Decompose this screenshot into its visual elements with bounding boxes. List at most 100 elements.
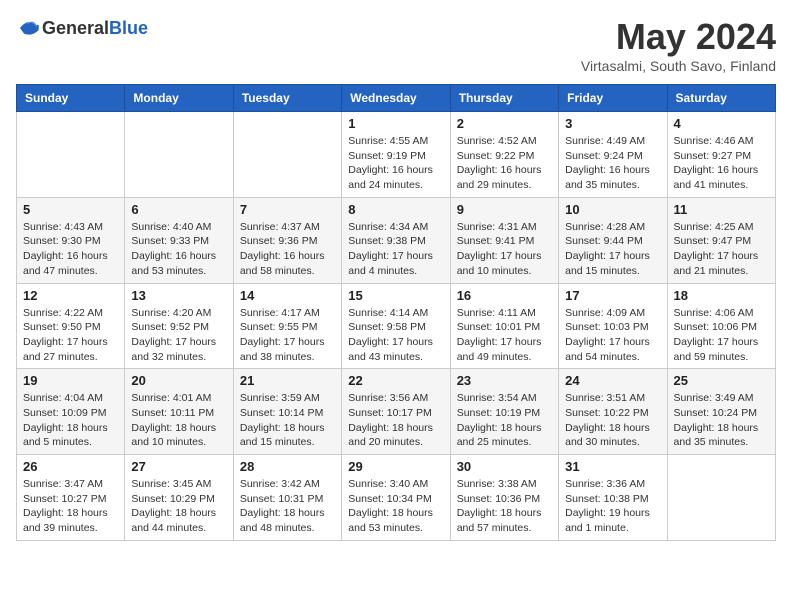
day-number: 5	[23, 202, 118, 217]
day-number: 7	[240, 202, 335, 217]
day-info: Sunrise: 3:45 AMSunset: 10:29 PMDaylight…	[131, 477, 226, 536]
day-cell: 31 Sunrise: 3:36 AMSunset: 10:38 PMDaylig…	[559, 455, 667, 541]
day-info: Sunrise: 4:25 AMSunset: 9:47 PMDaylight:…	[674, 220, 769, 279]
day-cell: 11 Sunrise: 4:25 AMSunset: 9:47 PMDayligh…	[667, 197, 775, 283]
day-cell	[233, 112, 341, 198]
day-cell: 12 Sunrise: 4:22 AMSunset: 9:50 PMDayligh…	[17, 283, 125, 369]
day-number: 16	[457, 288, 552, 303]
day-cell	[17, 112, 125, 198]
day-number: 14	[240, 288, 335, 303]
day-number: 30	[457, 459, 552, 474]
day-number: 21	[240, 373, 335, 388]
day-cell: 1 Sunrise: 4:55 AMSunset: 9:19 PMDaylight…	[342, 112, 450, 198]
day-number: 31	[565, 459, 660, 474]
day-info: Sunrise: 4:11 AMSunset: 10:01 PMDaylight…	[457, 306, 552, 365]
day-info: Sunrise: 3:56 AMSunset: 10:17 PMDaylight…	[348, 391, 443, 450]
day-cell: 16 Sunrise: 4:11 AMSunset: 10:01 PMDaylig…	[450, 283, 558, 369]
day-info: Sunrise: 4:01 AMSunset: 10:11 PMDaylight…	[131, 391, 226, 450]
location: Virtasalmi, South Savo, Finland	[581, 58, 776, 74]
day-number: 8	[348, 202, 443, 217]
day-cell: 24 Sunrise: 3:51 AMSunset: 10:22 PMDaylig…	[559, 369, 667, 455]
day-number: 11	[674, 202, 769, 217]
day-number: 18	[674, 288, 769, 303]
day-number: 23	[457, 373, 552, 388]
day-info: Sunrise: 4:31 AMSunset: 9:41 PMDaylight:…	[457, 220, 552, 279]
day-cell: 21Sunrise: 3:59 AMSunset: 10:14 PMDaylig…	[233, 369, 341, 455]
day-cell	[125, 112, 233, 198]
day-number: 27	[131, 459, 226, 474]
day-cell: 26Sunrise: 3:47 AMSunset: 10:27 PMDaylig…	[17, 455, 125, 541]
day-cell: 19 Sunrise: 4:04 AMSunset: 10:09 PMDaylig…	[17, 369, 125, 455]
day-cell: 15Sunrise: 4:14 AMSunset: 9:58 PMDayligh…	[342, 283, 450, 369]
day-info: Sunrise: 4:49 AMSunset: 9:24 PMDaylight:…	[565, 134, 660, 193]
day-cell: 2Sunrise: 4:52 AMSunset: 9:22 PMDaylight…	[450, 112, 558, 198]
week-row-5: 26Sunrise: 3:47 AMSunset: 10:27 PMDaylig…	[17, 455, 776, 541]
day-number: 10	[565, 202, 660, 217]
week-row-4: 19 Sunrise: 4:04 AMSunset: 10:09 PMDaylig…	[17, 369, 776, 455]
day-info: Sunrise: 4:52 AMSunset: 9:22 PMDaylight:…	[457, 134, 552, 193]
header-wednesday: Wednesday	[342, 85, 450, 112]
day-cell: 8 Sunrise: 4:34 AMSunset: 9:38 PMDaylight…	[342, 197, 450, 283]
day-number: 25	[674, 373, 769, 388]
day-info: Sunrise: 4:04 AMSunset: 10:09 PMDaylight…	[23, 391, 118, 450]
day-info: Sunrise: 3:54 AMSunset: 10:19 PMDaylight…	[457, 391, 552, 450]
day-info: Sunrise: 4:37 AMSunset: 9:36 PMDaylight:…	[240, 220, 335, 279]
logo-text-general: General	[42, 18, 109, 38]
day-cell	[667, 455, 775, 541]
month-title: May 2024	[581, 16, 776, 58]
day-cell: 29Sunrise: 3:40 AMSunset: 10:34 PMDaylig…	[342, 455, 450, 541]
day-number: 3	[565, 116, 660, 131]
day-number: 22	[348, 373, 443, 388]
day-number: 26	[23, 459, 118, 474]
logo-icon	[16, 16, 40, 40]
day-number: 1	[348, 116, 443, 131]
day-info: Sunrise: 3:36 AMSunset: 10:38 PMDaylight…	[565, 477, 660, 536]
day-info: Sunrise: 4:55 AMSunset: 9:19 PMDaylight:…	[348, 134, 443, 193]
day-cell: 3 Sunrise: 4:49 AMSunset: 9:24 PMDaylight…	[559, 112, 667, 198]
day-cell: 27 Sunrise: 3:45 AMSunset: 10:29 PMDaylig…	[125, 455, 233, 541]
day-cell: 6 Sunrise: 4:40 AMSunset: 9:33 PMDaylight…	[125, 197, 233, 283]
day-cell: 20 Sunrise: 4:01 AMSunset: 10:11 PMDaylig…	[125, 369, 233, 455]
page-header: GeneralBlue May 2024 Virtasalmi, South S…	[16, 16, 776, 74]
day-info: Sunrise: 4:22 AMSunset: 9:50 PMDaylight:…	[23, 306, 118, 365]
day-number: 9	[457, 202, 552, 217]
header-monday: Monday	[125, 85, 233, 112]
day-number: 20	[131, 373, 226, 388]
logo-text-blue: Blue	[109, 18, 148, 38]
day-number: 4	[674, 116, 769, 131]
day-info: Sunrise: 4:09 AMSunset: 10:03 PMDaylight…	[565, 306, 660, 365]
day-info: Sunrise: 3:40 AMSunset: 10:34 PMDaylight…	[348, 477, 443, 536]
day-cell: 9 Sunrise: 4:31 AMSunset: 9:41 PMDaylight…	[450, 197, 558, 283]
header-thursday: Thursday	[450, 85, 558, 112]
header-friday: Friday	[559, 85, 667, 112]
day-number: 19	[23, 373, 118, 388]
day-number: 6	[131, 202, 226, 217]
calendar-header-row: SundayMondayTuesdayWednesdayThursdayFrid…	[17, 85, 776, 112]
day-cell: 14 Sunrise: 4:17 AMSunset: 9:55 PMDayligh…	[233, 283, 341, 369]
day-info: Sunrise: 4:40 AMSunset: 9:33 PMDaylight:…	[131, 220, 226, 279]
day-info: Sunrise: 4:34 AMSunset: 9:38 PMDaylight:…	[348, 220, 443, 279]
day-number: 15	[348, 288, 443, 303]
day-cell: 25 Sunrise: 3:49 AMSunset: 10:24 PMDaylig…	[667, 369, 775, 455]
day-cell: 7 Sunrise: 4:37 AMSunset: 9:36 PMDaylight…	[233, 197, 341, 283]
day-info: Sunrise: 3:49 AMSunset: 10:24 PMDaylight…	[674, 391, 769, 450]
day-number: 12	[23, 288, 118, 303]
header-tuesday: Tuesday	[233, 85, 341, 112]
day-info: Sunrise: 3:51 AMSunset: 10:22 PMDaylight…	[565, 391, 660, 450]
day-cell: 4 Sunrise: 4:46 AMSunset: 9:27 PMDaylight…	[667, 112, 775, 198]
day-info: Sunrise: 4:46 AMSunset: 9:27 PMDaylight:…	[674, 134, 769, 193]
day-number: 17	[565, 288, 660, 303]
header-saturday: Saturday	[667, 85, 775, 112]
day-info: Sunrise: 4:28 AMSunset: 9:44 PMDaylight:…	[565, 220, 660, 279]
week-row-2: 5Sunrise: 4:43 AMSunset: 9:30 PMDaylight…	[17, 197, 776, 283]
logo: GeneralBlue	[16, 16, 148, 40]
week-row-3: 12 Sunrise: 4:22 AMSunset: 9:50 PMDayligh…	[17, 283, 776, 369]
day-cell: 22 Sunrise: 3:56 AMSunset: 10:17 PMDaylig…	[342, 369, 450, 455]
day-info: Sunrise: 4:17 AMSunset: 9:55 PMDaylight:…	[240, 306, 335, 365]
header-sunday: Sunday	[17, 85, 125, 112]
day-number: 24	[565, 373, 660, 388]
day-number: 13	[131, 288, 226, 303]
day-cell: 30 Sunrise: 3:38 AMSunset: 10:36 PMDaylig…	[450, 455, 558, 541]
day-cell: 23 Sunrise: 3:54 AMSunset: 10:19 PMDaylig…	[450, 369, 558, 455]
day-info: Sunrise: 3:38 AMSunset: 10:36 PMDaylight…	[457, 477, 552, 536]
